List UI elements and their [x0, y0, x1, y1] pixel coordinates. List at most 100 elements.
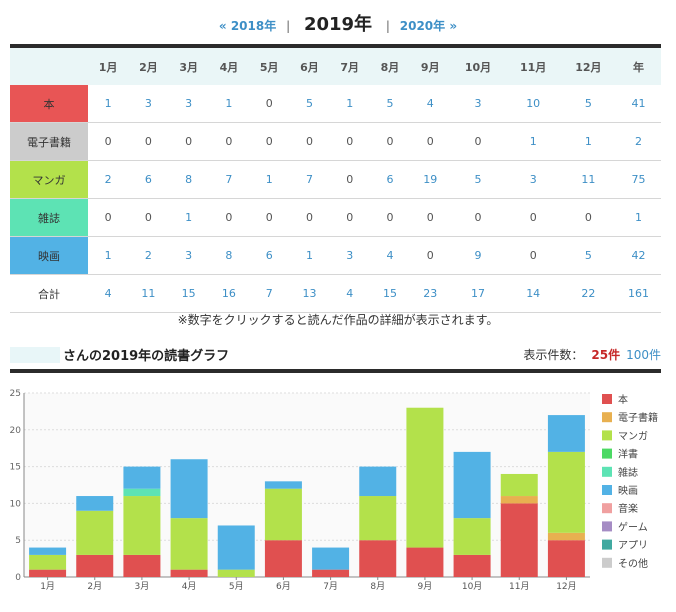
count-cell[interactable]: 3 [329, 236, 370, 275]
count-cell[interactable]: 1 [560, 122, 616, 161]
count-cell[interactable]: 1 [289, 236, 330, 275]
count-cell[interactable]: 19 [410, 160, 451, 199]
table-row: 電子書籍 0 0 0 0 0 0 0 0 0 0 1 1 2 [10, 122, 661, 161]
bar-segment [453, 518, 491, 555]
prev-year-link[interactable]: « 2018年 [219, 19, 276, 33]
count-cell[interactable]: 11 [128, 274, 169, 313]
count-cell: 0 [369, 122, 411, 161]
header-month: 11月 [505, 48, 561, 85]
count-cell[interactable]: 16 [208, 274, 250, 313]
count-cell[interactable]: 17 [450, 274, 506, 313]
count-cell[interactable]: 41 [616, 85, 661, 123]
count-cell: 0 [249, 198, 290, 237]
bar-segment [76, 510, 114, 555]
count-cell[interactable]: 5 [369, 85, 411, 123]
x-tick-label: 11月 [509, 581, 529, 592]
bar-segment [359, 466, 397, 497]
count-cell[interactable]: 22 [560, 274, 616, 313]
count-cell[interactable]: 8 [208, 236, 250, 275]
count-cell[interactable]: 13 [289, 274, 330, 313]
count-cell: 0 [329, 198, 370, 237]
bar-segment [264, 481, 302, 489]
count-cell[interactable]: 1 [329, 85, 370, 123]
table-header-row: 1月 2月 3月 4月 5月 6月 7月 8月 9月 10月 11月 12月年 [10, 48, 661, 85]
legend-label: 音楽 [618, 502, 638, 515]
count-cell[interactable]: 10 [505, 85, 561, 123]
count-cell: 0 [505, 198, 561, 237]
count-cell[interactable]: 4 [369, 236, 411, 275]
count-cell[interactable]: 1 [88, 85, 129, 123]
count-cell[interactable]: 5 [560, 85, 616, 123]
reading-chart: 0 5 10 15 20 25 1月 2月 3月 4月 5月 6月 7月 8月 9月 10月 11月 12月 本電子… [10, 385, 661, 595]
count-cell[interactable]: 9 [450, 236, 506, 275]
count-cell[interactable]: 4 [88, 274, 129, 313]
count-100-link[interactable]: 100件 [626, 348, 661, 362]
header-month: 1月 [88, 48, 129, 85]
count-cell: 0 [289, 122, 330, 161]
legend-swatch [602, 394, 612, 404]
count-cell[interactable]: 7 [208, 160, 250, 199]
count-cell[interactable]: 6 [369, 160, 411, 199]
x-tick-label: 12月 [556, 581, 576, 592]
count-cell[interactable]: 15 [369, 274, 411, 313]
category-label: 電子書籍 [10, 122, 88, 161]
bar-segment [123, 488, 161, 497]
count-cell[interactable]: 42 [616, 236, 661, 275]
count-cell[interactable]: 14 [505, 274, 561, 313]
table-row: 映画 1 2 3 8 6 1 3 4 0 9 0 5 42 [10, 236, 661, 275]
count-cell[interactable]: 23 [410, 274, 451, 313]
count-cell[interactable]: 2 [616, 122, 661, 161]
count-cell: 0 [369, 198, 411, 237]
legend-swatch [602, 557, 612, 568]
count-cell[interactable]: 6 [128, 160, 169, 199]
legend-swatch [602, 412, 612, 423]
count-cell[interactable]: 75 [616, 160, 661, 199]
count-cell[interactable]: 161 [616, 274, 661, 313]
count-cell[interactable]: 1 [249, 160, 290, 199]
bar-segment [170, 518, 208, 570]
count-cell: 0 [88, 198, 129, 237]
count-cell[interactable]: 3 [128, 85, 169, 123]
category-label: 雑誌 [10, 198, 88, 237]
y-tick-label: 10 [10, 499, 21, 509]
count-cell[interactable]: 5 [560, 236, 616, 275]
count-cell[interactable]: 5 [289, 85, 330, 123]
count-cell[interactable]: 1 [168, 198, 209, 237]
count-cell[interactable]: 2 [88, 160, 129, 199]
bar-segment [123, 466, 161, 489]
count-cell[interactable]: 4 [410, 85, 451, 123]
count-cell[interactable]: 11 [560, 160, 616, 199]
x-tick-label: 10月 [462, 581, 482, 592]
count-cell: 0 [249, 85, 290, 123]
count-cell[interactable]: 2 [128, 236, 169, 275]
count-cell: 0 [410, 198, 451, 237]
count-cell[interactable]: 1 [88, 236, 129, 275]
count-cell[interactable]: 8 [168, 160, 209, 199]
count-cell[interactable]: 3 [168, 236, 209, 275]
bar-segment [453, 554, 491, 577]
x-tick-label: 8月 [370, 581, 385, 592]
count-cell[interactable]: 5 [450, 160, 506, 199]
header-month: 12月 [560, 48, 616, 85]
count-cell[interactable]: 4 [329, 274, 370, 313]
bar-segment [500, 496, 538, 504]
graph-top-rule [10, 369, 661, 373]
category-label: 本 [10, 85, 88, 123]
next-year-link[interactable]: 2020年 » [400, 19, 457, 33]
count-cell[interactable]: 3 [168, 85, 209, 123]
count-cell[interactable]: 6 [249, 236, 290, 275]
x-tick-label: 1月 [40, 581, 55, 592]
count-cell[interactable]: 7 [289, 160, 330, 199]
count-cell[interactable]: 7 [249, 274, 290, 313]
bar-segment [217, 569, 255, 577]
count-cell[interactable]: 1 [616, 198, 661, 237]
header-month: 9月 [410, 48, 451, 85]
count-cell[interactable]: 3 [450, 85, 506, 123]
category-label: マンガ [10, 160, 88, 199]
count-cell[interactable]: 3 [505, 160, 561, 199]
count-cell[interactable]: 15 [168, 274, 209, 313]
bar-segment [406, 547, 444, 577]
count-cell[interactable]: 1 [505, 122, 561, 161]
count-cell[interactable]: 1 [208, 85, 250, 123]
count-cell: 0 [128, 198, 169, 237]
